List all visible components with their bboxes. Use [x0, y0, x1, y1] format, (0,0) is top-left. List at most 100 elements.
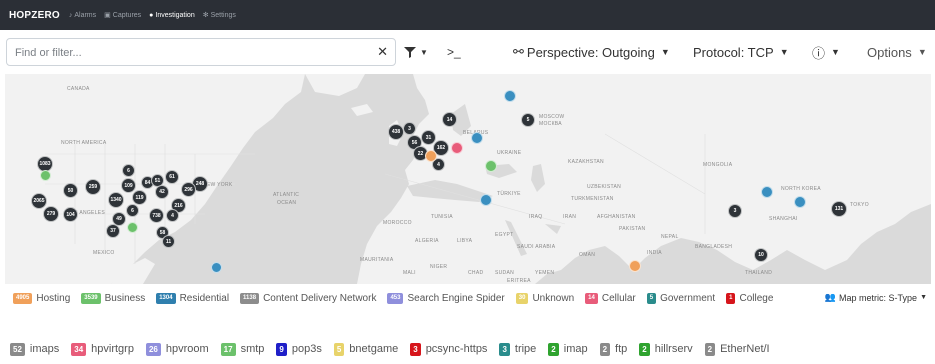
nav-investigation-label: Investigation — [155, 11, 195, 19]
protocol-item-bnetgame[interactable]: 5 bnetgame — [333, 342, 398, 356]
protocol-item-imap[interactable]: 2 imap — [548, 342, 588, 356]
protocol-count-badge: 9 — [276, 342, 287, 356]
residential-marker[interactable] — [761, 186, 773, 198]
cluster-marker[interactable]: 6 — [126, 204, 139, 217]
nav-settings[interactable]: ✻ Settings — [203, 11, 236, 20]
protocol-item-pop3s[interactable]: 9 pop3s — [276, 342, 322, 356]
residential-marker[interactable] — [471, 132, 483, 144]
map-metric-dropdown[interactable]: 👥 Map metric: S-Type ▼ — [825, 292, 927, 303]
toolbar: ✕ ▼ >_ ⚯ Perspective: Outgoing ▼ Protoco… — [0, 37, 935, 67]
protocol-item-ftp[interactable]: 2 ftp — [599, 342, 627, 356]
world-map[interactable]: CANADA NORTH AMERICA NEW YORK LOS ANGELE… — [5, 74, 931, 284]
top-navbar: HOPZERO ♪ Alarms ▣ Captures ● Investigat… — [0, 0, 935, 30]
cluster-marker[interactable]: 42 — [155, 185, 169, 199]
business-marker[interactable] — [40, 170, 51, 181]
protocol-item-hpvirtgrp[interactable]: 34 hpvirtgrp — [71, 342, 134, 356]
cluster-marker[interactable]: 296 — [181, 182, 196, 197]
protocol-label: tripe — [514, 343, 537, 355]
residential-marker[interactable] — [211, 262, 222, 273]
legend-label: Content Delivery Network — [263, 292, 377, 304]
legend-college[interactable]: 1 College — [726, 292, 773, 304]
protocol-count-badge: 34 — [71, 342, 87, 356]
map-label: LIBYA — [457, 238, 473, 244]
cluster-marker[interactable]: 14 — [442, 112, 457, 127]
legend-label: Hosting — [36, 292, 71, 304]
legend-cdn[interactable]: 1138 Content Delivery Network — [240, 292, 377, 304]
map-label: TÜRKIYE — [497, 191, 521, 197]
cluster-marker[interactable]: 104 — [63, 207, 78, 222]
protocol-item-smtp[interactable]: 17 smtp — [220, 342, 264, 356]
legend-cellular[interactable]: 14 Cellular — [585, 292, 636, 304]
protocol-item-hpvroom[interactable]: 26 hpvroom — [145, 342, 209, 356]
terminal-button[interactable]: >_ — [447, 41, 461, 63]
map-label: YEMEN — [535, 270, 555, 276]
protocol-label: EtherNet/I — [720, 343, 770, 355]
map-label: MALI — [403, 270, 416, 276]
protocol-count-badge: 2 — [548, 342, 559, 356]
map-metric-label: Map metric: S-Type — [839, 292, 918, 303]
cluster-marker[interactable]: 1340 — [108, 192, 124, 208]
protocol-count-badge: 17 — [220, 342, 236, 356]
cluster-marker[interactable]: 438 — [388, 124, 404, 140]
cluster-marker[interactable]: 4 — [166, 209, 179, 222]
cluster-marker[interactable]: 50 — [63, 183, 78, 198]
legend-search-engine-spider[interactable]: 453 Search Engine Spider — [387, 292, 505, 304]
legend-count-badge: 3539 — [81, 292, 101, 304]
hosting-marker[interactable] — [629, 260, 641, 272]
hosting-marker[interactable] — [425, 150, 437, 162]
map-label: MEXICO — [93, 250, 115, 256]
legend-business[interactable]: 3539 Business — [81, 292, 145, 304]
business-marker[interactable] — [485, 160, 497, 172]
nav-alarms[interactable]: ♪ Alarms — [69, 12, 96, 19]
protocol-item-hillrserv[interactable]: 2 hillrserv — [639, 342, 693, 356]
legend-unknown[interactable]: 30 Unknown — [515, 292, 574, 304]
brand-logo[interactable]: HOPZERO — [9, 10, 60, 21]
chevron-down-icon: ▼ — [920, 294, 927, 301]
bell-icon: ♪ — [68, 11, 73, 19]
map-label: TOKYO — [850, 202, 869, 208]
cluster-marker[interactable]: 3 — [403, 122, 416, 135]
residential-marker[interactable] — [504, 90, 516, 102]
legend-label: Cellular — [601, 292, 636, 304]
cluster-marker[interactable]: 738 — [149, 208, 164, 223]
cluster-marker[interactable]: 259 — [85, 179, 101, 195]
map-label: SAUDI ARABIA — [517, 244, 556, 250]
map-label: IRAN — [563, 214, 577, 220]
info-dropdown[interactable]: ⓘ ▼ — [812, 41, 840, 63]
perspective-dropdown[interactable]: ⚯ Perspective: Outgoing ▼ — [513, 41, 670, 63]
cellular-marker[interactable] — [451, 142, 463, 154]
cluster-marker[interactable]: 279 — [43, 206, 59, 222]
clear-search-icon[interactable]: ✕ — [377, 44, 388, 60]
cluster-marker[interactable]: 61 — [165, 170, 179, 184]
cluster-marker[interactable]: 11 — [162, 235, 175, 248]
nav-investigation[interactable]: ● Investigation — [149, 12, 195, 19]
cluster-marker[interactable]: 5 — [521, 113, 535, 127]
cluster-marker[interactable]: 6 — [122, 164, 135, 177]
cluster-marker[interactable]: 131 — [831, 201, 847, 217]
chevron-down-icon: ▼ — [420, 47, 428, 57]
nav-captures[interactable]: ▣ Captures — [104, 11, 141, 20]
map-label: MONGOLIA — [703, 162, 733, 168]
legend-residential[interactable]: 1304 Residential — [156, 292, 229, 304]
residential-marker[interactable] — [794, 196, 806, 208]
filter-button[interactable]: ▼ — [404, 41, 428, 63]
options-dropdown[interactable]: Options ▼ — [867, 41, 927, 63]
cluster-marker[interactable]: 10 — [754, 248, 768, 262]
protocol-label: hpvirtgrp — [91, 343, 134, 355]
cluster-marker[interactable]: 37 — [106, 224, 120, 238]
protocol-item-tripe[interactable]: 3 tripe — [499, 342, 537, 356]
legend-government[interactable]: 5 Government — [646, 292, 715, 304]
residential-marker[interactable] — [480, 194, 492, 206]
cluster-marker[interactable]: 3 — [728, 204, 742, 218]
protocol-dropdown[interactable]: Protocol: TCP ▼ — [693, 41, 789, 63]
protocol-item-imaps[interactable]: 52 imaps — [10, 342, 59, 356]
cluster-marker[interactable]: 2065 — [31, 193, 47, 209]
protocol-item-pcsync-https[interactable]: 3 pcsync-https — [410, 342, 487, 356]
entity-type-legend: 4905 Hosting 3539 Business 1304 Resident… — [5, 287, 931, 309]
legend-hosting[interactable]: 4905 Hosting — [13, 292, 71, 304]
protocol-item-ethernet-ip[interactable]: 2 EtherNet/I — [704, 342, 770, 356]
business-marker[interactable] — [127, 222, 138, 233]
nav-settings-label: Settings — [210, 11, 236, 19]
search-input[interactable] — [15, 45, 365, 60]
cluster-marker[interactable]: 119 — [132, 190, 147, 205]
